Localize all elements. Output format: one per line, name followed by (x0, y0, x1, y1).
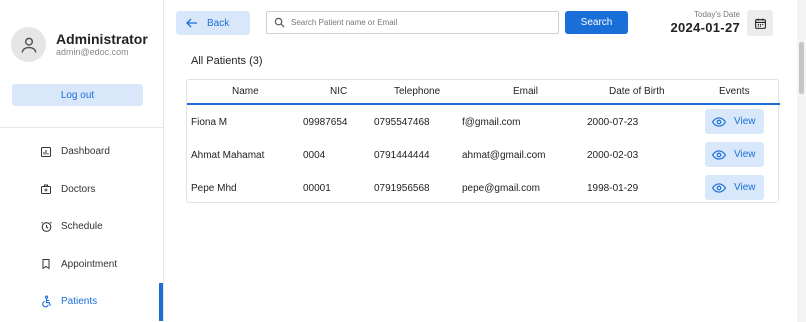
sidebar-divider (0, 127, 164, 128)
cell-name: Fiona M (191, 117, 228, 128)
main-content: Back Search Today's Date 2024-01-27 All … (165, 0, 806, 322)
cell-dob: 2000-02-03 (587, 150, 639, 161)
cell-nic: 09987654 (303, 117, 348, 128)
search-button[interactable]: Search (565, 11, 628, 34)
sidebar-item-schedule[interactable]: Schedule (0, 208, 164, 246)
search-icon (274, 17, 285, 28)
sidebar-item-label: Doctors (61, 183, 96, 195)
cell-telephone: 0791444444 (374, 150, 430, 161)
profile-card: Administrator admin@edoc.com (11, 27, 148, 62)
today-date: Today's Date 2024-01-27 (665, 10, 741, 35)
column-header[interactable]: Name (232, 80, 259, 103)
table-row: Pepe Mhd 00001 0791956568 pepe@gmail.com… (187, 172, 780, 205)
scrollbar-thumb[interactable] (799, 42, 804, 94)
cell-nic: 00001 (303, 183, 331, 194)
sidebar-item-label: Patients (61, 296, 98, 308)
calendar-button[interactable] (747, 10, 773, 36)
clock-icon (39, 220, 53, 234)
sidebar-item-label: Appointment (61, 258, 118, 270)
search-input[interactable] (291, 18, 541, 27)
sidebar-item-label: Schedule (61, 221, 103, 233)
column-header[interactable]: Email (513, 80, 538, 103)
dashboard-icon (39, 145, 53, 159)
calendar-icon (754, 18, 766, 29)
table-row: Fiona M 09987654 0795547468 f@gmail.com … (187, 106, 780, 139)
sidebar-item-dashboard[interactable]: Dashboard (0, 133, 164, 171)
view-button[interactable]: View (705, 175, 764, 200)
cell-dob: 2000-07-23 (587, 117, 639, 128)
sidebar-item-label: Dashboard (61, 146, 110, 158)
back-label: Back (207, 17, 230, 29)
eye-icon (712, 116, 726, 127)
date-value: 2024-01-27 (670, 20, 740, 35)
date-label: Today's Date (694, 10, 740, 19)
cell-name: Pepe Mhd (191, 183, 237, 194)
arrow-left-icon (186, 18, 197, 28)
table-header: Name NIC Telephone Email Date of Birth E… (187, 80, 780, 105)
column-header[interactable]: Date of Birth (609, 80, 665, 103)
active-indicator (159, 283, 163, 321)
accessibility-icon (39, 295, 53, 309)
sidebar-item-appointment[interactable]: Appointment (0, 246, 164, 284)
column-header[interactable]: NIC (330, 80, 347, 103)
profile-name: Administrator (56, 31, 148, 47)
bookmark-icon (39, 257, 53, 271)
logout-button[interactable]: Log out (12, 84, 143, 106)
cell-dob: 1998-01-29 (587, 183, 639, 194)
cell-telephone: 0795547468 (374, 117, 430, 128)
sidebar-item-doctors[interactable]: Doctors (0, 171, 164, 209)
list-title: All Patients (3) (191, 55, 263, 67)
doctors-icon (39, 182, 53, 196)
patients-table: Name NIC Telephone Email Date of Birth E… (186, 79, 780, 205)
view-button[interactable]: View (705, 142, 764, 167)
cell-email: pepe@gmail.com (462, 183, 540, 194)
view-label: View (734, 149, 756, 160)
cell-nic: 0004 (303, 150, 326, 161)
profile-email: admin@edoc.com (56, 47, 129, 57)
eye-icon (712, 182, 726, 193)
scrollbar[interactable] (797, 0, 806, 322)
back-button[interactable]: Back (176, 11, 250, 35)
view-label: View (734, 182, 756, 193)
view-label: View (734, 116, 756, 127)
search-box (266, 11, 559, 34)
cell-name: Ahmat Mahamat (191, 150, 265, 161)
eye-icon (712, 149, 726, 160)
user-icon (21, 37, 36, 53)
cell-email: f@gmail.com (462, 117, 521, 128)
sidebar-nav: Dashboard Doctors Schedule Appointment P… (0, 133, 164, 321)
sidebar-item-patients[interactable]: Patients (0, 283, 164, 321)
avatar (11, 27, 46, 62)
table-row: Ahmat Mahamat 0004 0791444444 ahmat@gmai… (187, 139, 780, 172)
cell-email: ahmat@gmail.com (462, 150, 546, 161)
sidebar: Administrator admin@edoc.com Log out Das… (0, 0, 164, 322)
view-button[interactable]: View (705, 109, 764, 134)
column-header[interactable]: Telephone (394, 80, 440, 103)
cell-telephone: 0791956568 (374, 183, 430, 194)
column-header[interactable]: Events (719, 80, 750, 103)
